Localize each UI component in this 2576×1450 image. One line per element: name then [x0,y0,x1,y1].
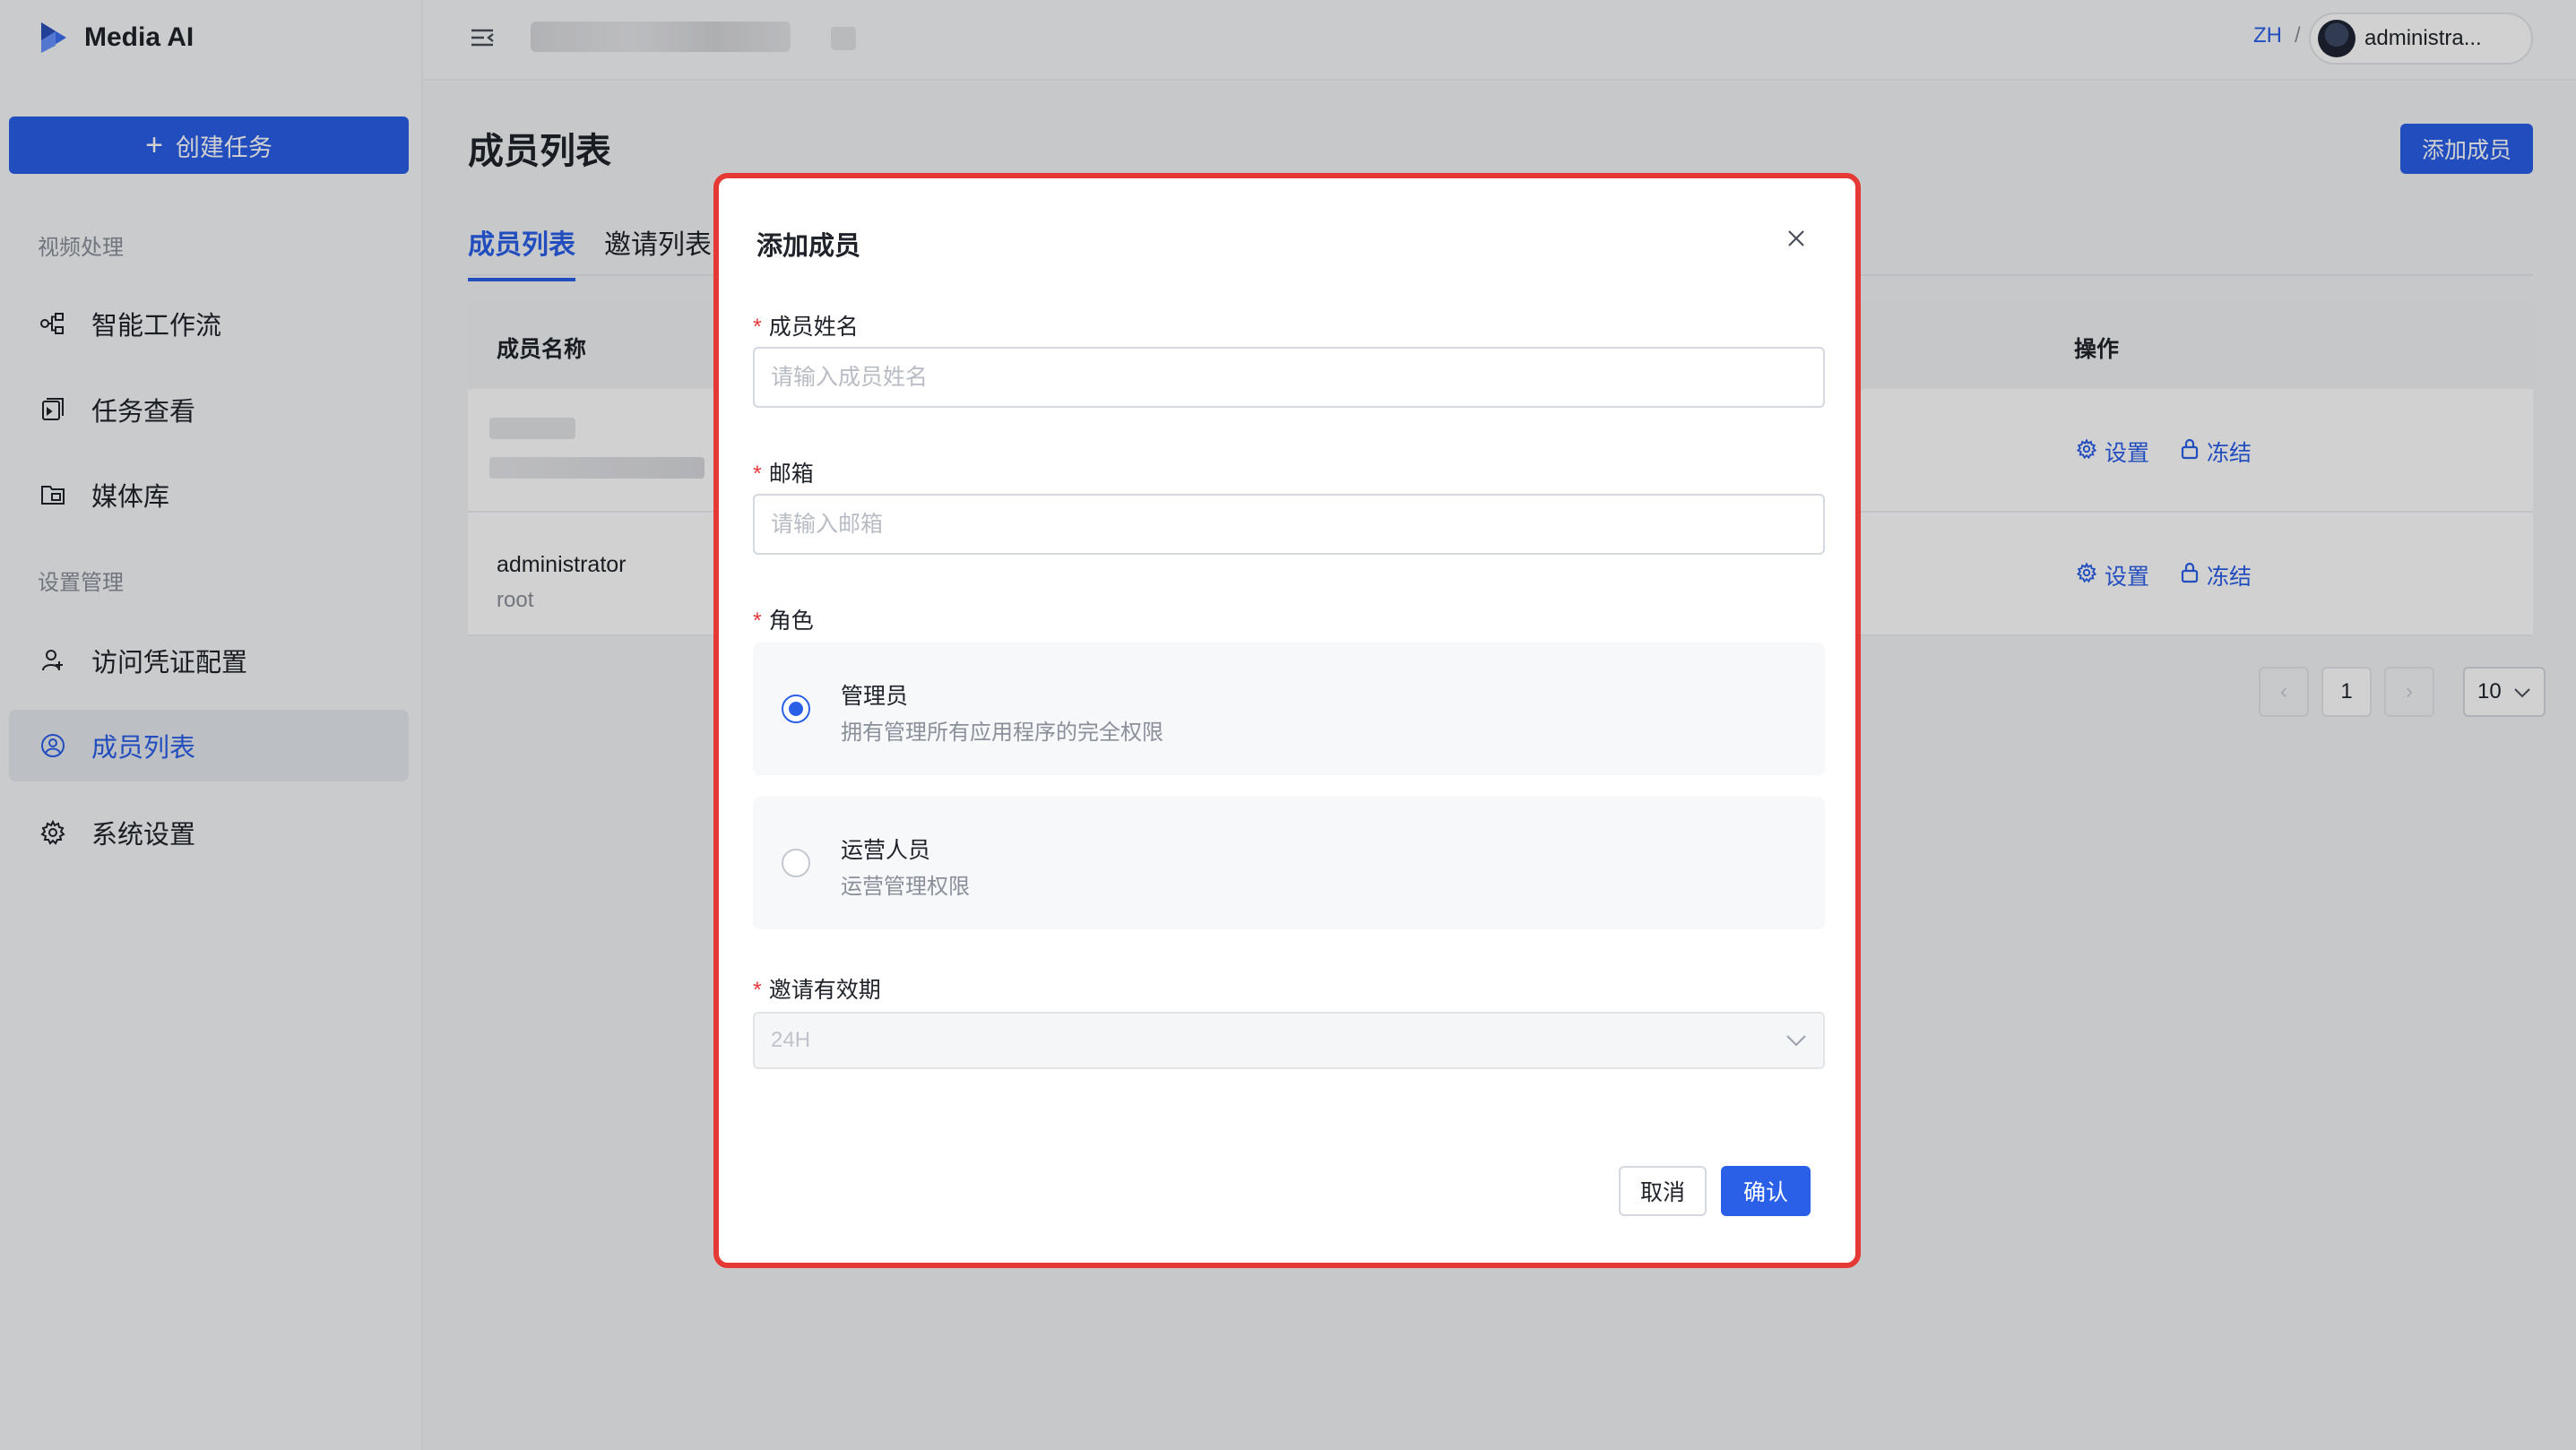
add-member-dialog: 添加成员 *成员姓名 *邮箱 *角色 管理员 拥有管理所有应用程序的完全权限 运… [713,173,1861,1268]
required-mark: * [753,608,762,634]
required-mark: * [753,462,762,487]
role-name: 管理员 [841,684,909,709]
member-name-input[interactable] [753,347,1825,408]
close-icon[interactable] [1784,227,1809,252]
expiry-select[interactable]: 24H [753,1012,1825,1069]
expiry-value: 24H [771,1028,811,1052]
email-label: * 邮箱 [753,462,814,487]
email-input[interactable] [753,494,1825,555]
role-label: * 角色 [753,608,814,634]
role-description: 拥有管理所有应用程序的完全权限 [841,721,1163,745]
role-option-operator[interactable]: 运营人员 运营管理权限 [753,797,1825,929]
dialog-title: 添加成员 [756,232,861,261]
confirm-button[interactable]: 确认 [1721,1166,1811,1216]
radio-admin[interactable] [782,695,810,723]
role-option-admin[interactable]: 管理员 拥有管理所有应用程序的完全权限 [753,643,1825,775]
required-mark: * [753,315,762,340]
expiry-label: * 邀请有效期 [753,978,881,1003]
required-mark: * [753,978,762,1003]
role-name: 运营人员 [841,838,931,863]
cancel-button[interactable]: 取消 [1619,1166,1707,1216]
radio-operator[interactable] [782,849,810,877]
member-name-label: * 成员姓名 [753,315,859,340]
role-description: 运营管理权限 [841,875,970,899]
chevron-down-icon [1785,1028,1807,1053]
